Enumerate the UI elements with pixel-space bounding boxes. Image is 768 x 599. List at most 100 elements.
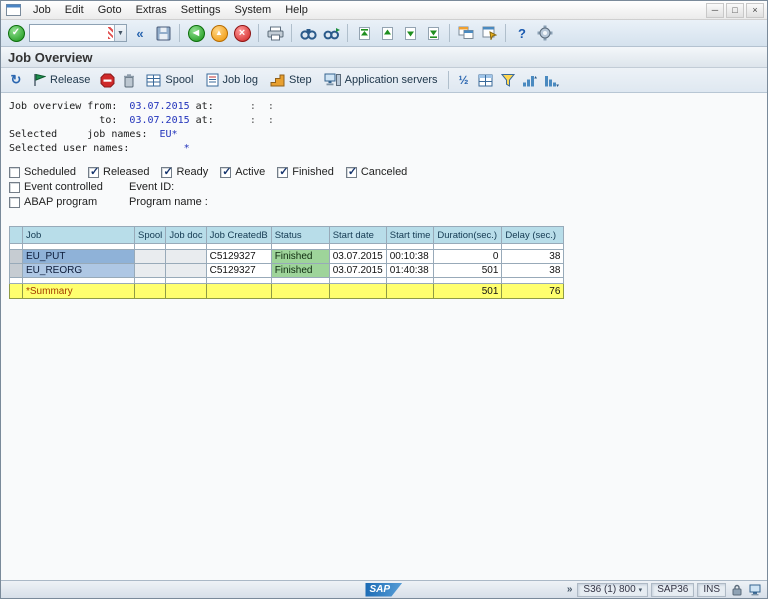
- filter-canceled[interactable]: Canceled: [346, 165, 407, 180]
- filter-active[interactable]: Active: [220, 165, 265, 180]
- toolbar-separator: [449, 24, 450, 42]
- sort-descending-button[interactable]: [542, 70, 562, 90]
- stop-job-button[interactable]: [97, 70, 117, 90]
- checkbox-icon[interactable]: [277, 167, 288, 178]
- menu-edit[interactable]: Edit: [58, 3, 91, 17]
- application-servers-button[interactable]: Application servers: [319, 70, 443, 91]
- menu-help[interactable]: Help: [278, 3, 315, 17]
- save-button[interactable]: [153, 23, 173, 43]
- check-icon: ✓: [8, 25, 25, 42]
- page-up-button[interactable]: [377, 23, 397, 43]
- filter-ready[interactable]: Ready: [161, 165, 208, 180]
- table-grid-icon: [478, 74, 493, 87]
- help-button[interactable]: ?: [512, 23, 532, 43]
- command-input[interactable]: [33, 28, 108, 39]
- duration-display-button[interactable]: ½: [454, 70, 474, 90]
- cell-spool[interactable]: [135, 264, 166, 278]
- sap-gui-window: Job Edit Goto Extras Settings System Hel…: [0, 0, 768, 599]
- filter-released[interactable]: Released: [88, 165, 149, 180]
- customize-layout-button[interactable]: [535, 23, 555, 43]
- col-header-duration[interactable]: Duration(sec.): [434, 227, 502, 244]
- filter-scheduled[interactable]: Scheduled: [9, 165, 76, 180]
- checkbox-icon[interactable]: [346, 167, 357, 178]
- step-button[interactable]: Step: [265, 70, 317, 91]
- enter-button[interactable]: ✓: [6, 23, 26, 43]
- back-arrow-icon: ◀: [188, 25, 205, 42]
- sort-ascending-button[interactable]: [520, 70, 540, 90]
- release-button[interactable]: Release: [28, 70, 95, 91]
- filter-event-controlled[interactable]: Event controlled: [9, 180, 129, 195]
- exit-button[interactable]: ▲: [209, 23, 229, 43]
- cell-job-name[interactable]: EU_PUT: [23, 250, 135, 264]
- col-header-startdate[interactable]: Start date: [329, 227, 386, 244]
- select-column-header[interactable]: [10, 227, 23, 244]
- connection-secure-button[interactable]: [729, 582, 744, 597]
- first-page-button[interactable]: [354, 23, 374, 43]
- checkbox-icon[interactable]: [220, 167, 231, 178]
- menu-extras[interactable]: Extras: [129, 3, 174, 17]
- cancel-button[interactable]: ×: [232, 23, 252, 43]
- expand-status-icon[interactable]: »: [565, 584, 575, 595]
- system-menu-icon[interactable]: [6, 4, 22, 17]
- page-down-button[interactable]: [400, 23, 420, 43]
- response-time-button[interactable]: [747, 582, 762, 597]
- maximize-button[interactable]: □: [726, 3, 744, 18]
- checkbox-icon[interactable]: [88, 167, 99, 178]
- checkbox-icon[interactable]: [161, 167, 172, 178]
- create-shortcut-button[interactable]: [479, 23, 499, 43]
- alv-grid-button[interactable]: [476, 70, 496, 90]
- cell-spool[interactable]: [135, 250, 166, 264]
- collapse-toolbar-button[interactable]: «: [130, 23, 150, 43]
- col-header-jobdoc[interactable]: Job doc: [166, 227, 206, 244]
- col-header-delay[interactable]: Delay (sec.): [502, 227, 564, 244]
- refresh-button[interactable]: ↻: [6, 70, 26, 90]
- print-button[interactable]: [265, 23, 285, 43]
- sort-ascending-icon: [522, 74, 537, 87]
- cell-job-doc[interactable]: [166, 250, 206, 264]
- filter-finished[interactable]: Finished: [277, 165, 334, 180]
- job-log-button[interactable]: Job log: [201, 70, 263, 91]
- step-label: Step: [289, 74, 312, 86]
- page-up-icon: [381, 26, 394, 41]
- cell-job-doc[interactable]: [166, 264, 206, 278]
- find-button[interactable]: [298, 23, 318, 43]
- col-header-spool[interactable]: Spool: [135, 227, 166, 244]
- find-next-button[interactable]: [321, 23, 341, 43]
- filter-label: Finished: [292, 165, 334, 180]
- chevron-down-icon: ▾: [639, 586, 643, 594]
- filter-abap-program[interactable]: ABAP program: [9, 195, 129, 210]
- filter-button[interactable]: [498, 70, 518, 90]
- new-session-button[interactable]: [456, 23, 476, 43]
- insert-mode-panel[interactable]: INS: [697, 583, 726, 597]
- menu-job[interactable]: Job: [26, 3, 58, 17]
- cell-job-name[interactable]: EU_REORG: [23, 264, 135, 278]
- chevron-down-icon[interactable]: ▼: [114, 25, 126, 41]
- close-button[interactable]: ×: [746, 3, 764, 18]
- summary-duration: 501: [434, 284, 502, 299]
- checkbox-icon[interactable]: [9, 197, 20, 208]
- row-selector[interactable]: [10, 250, 23, 264]
- col-header-status[interactable]: Status: [271, 227, 329, 244]
- col-header-createdby[interactable]: Job CreatedB: [206, 227, 271, 244]
- back-button[interactable]: ◀: [186, 23, 206, 43]
- row-selector[interactable]: [10, 264, 23, 278]
- printer-icon: [267, 26, 284, 41]
- checkbox-icon[interactable]: [9, 167, 20, 178]
- job-names-label: Selected job names:: [9, 129, 160, 140]
- spool-button[interactable]: Spool: [141, 70, 198, 91]
- menu-goto[interactable]: Goto: [91, 3, 129, 17]
- col-header-job[interactable]: Job: [23, 227, 135, 244]
- command-field[interactable]: ▼: [29, 24, 127, 42]
- application-servers-label: Application servers: [345, 74, 438, 86]
- cell-start-date: 03.07.2015: [329, 264, 386, 278]
- gear-icon: [537, 25, 553, 41]
- last-page-button[interactable]: [423, 23, 443, 43]
- selection-criteria: Job overview from: 03.07.2015 at: : : to…: [9, 100, 767, 156]
- checkbox-icon[interactable]: [9, 182, 20, 193]
- col-header-starttime[interactable]: Start time: [386, 227, 434, 244]
- system-session-panel[interactable]: S36 (1) 800▾: [577, 583, 648, 597]
- minimize-button[interactable]: ─: [706, 3, 724, 18]
- menu-system[interactable]: System: [228, 3, 279, 17]
- delete-job-button[interactable]: [119, 70, 139, 90]
- menu-settings[interactable]: Settings: [174, 3, 228, 17]
